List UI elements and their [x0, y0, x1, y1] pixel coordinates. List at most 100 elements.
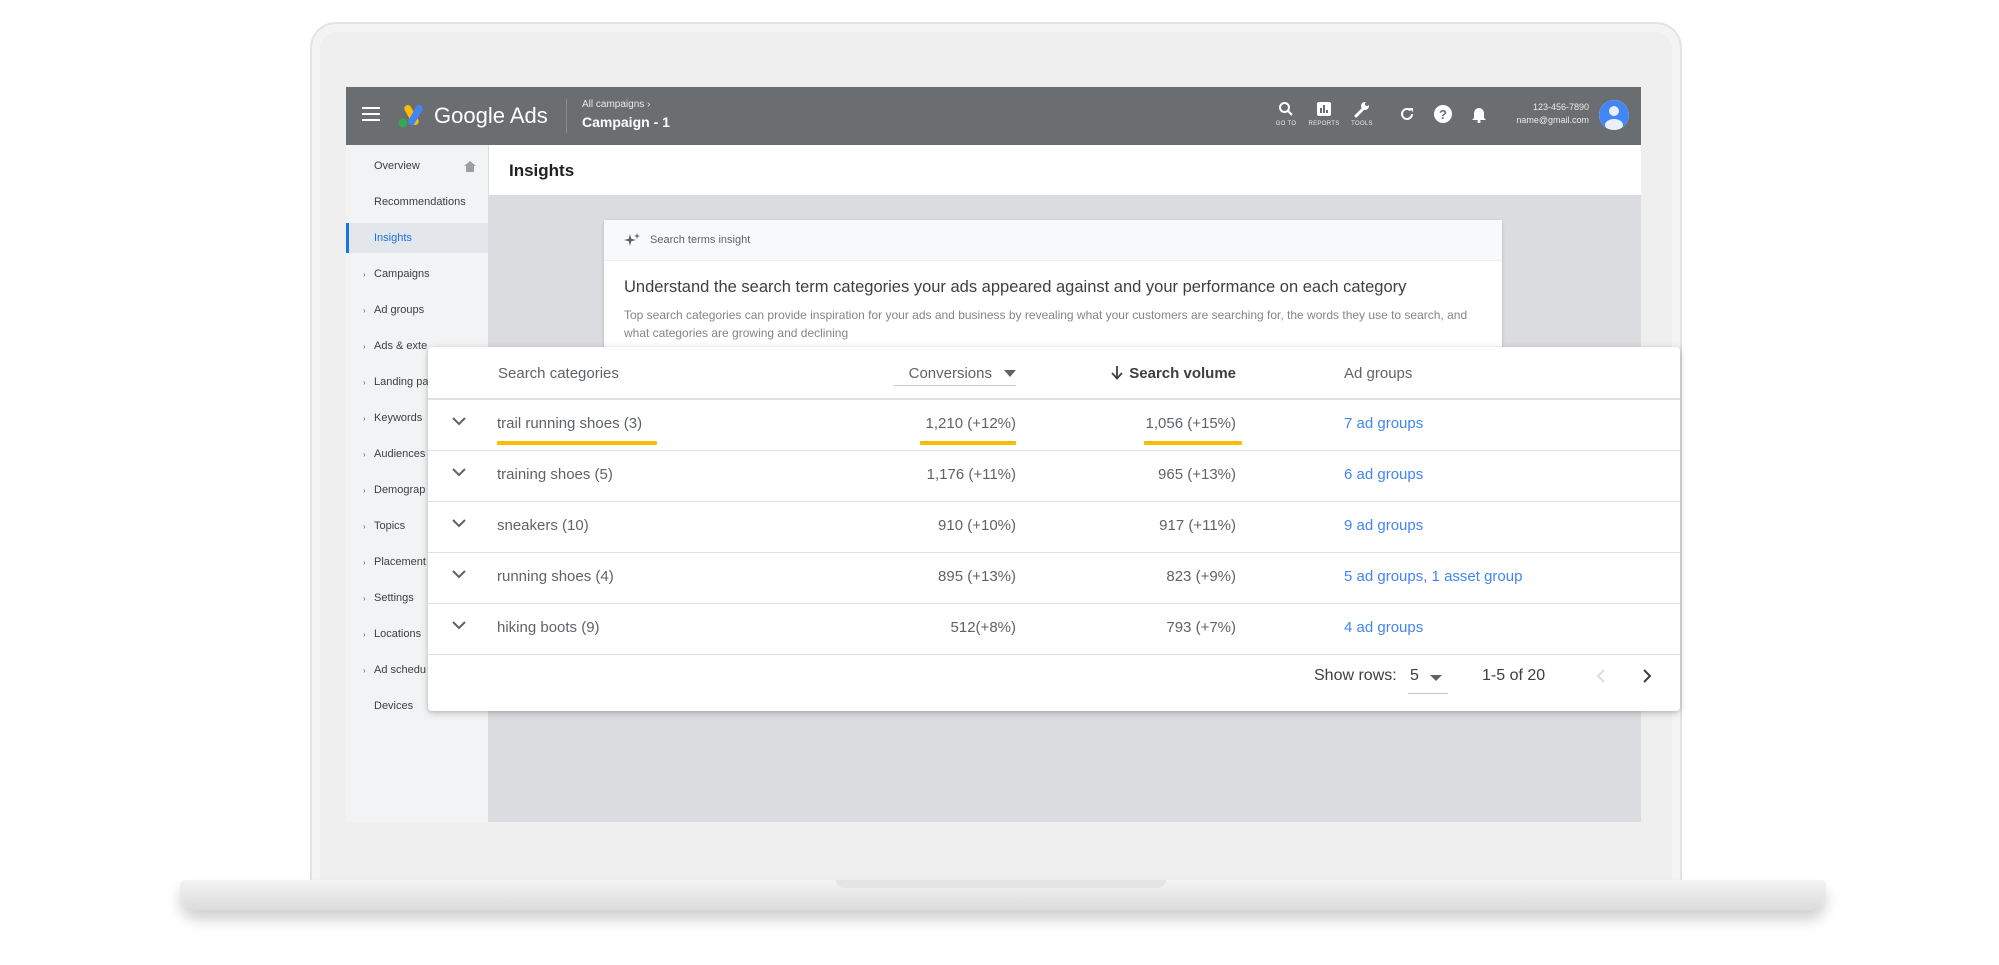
chevron-down-icon[interactable]	[452, 417, 466, 426]
google-ads-logo	[398, 105, 423, 128]
sidebar-item-label: Recommendations	[374, 196, 466, 208]
highlight-underline	[1144, 441, 1242, 445]
sidebar-item-label: Locations	[374, 628, 422, 640]
chevron-down-icon[interactable]	[452, 468, 466, 477]
goto-button[interactable]: GO TO	[1266, 99, 1306, 127]
search-volume-cell: 917 (+11%)	[1159, 517, 1236, 534]
sidebar-item-label: Overview	[374, 160, 420, 172]
sparkle-icon	[624, 233, 640, 246]
account-id: 123-456-7890	[1532, 102, 1589, 112]
bell-icon[interactable]	[1468, 103, 1490, 125]
caret-right-icon: ›	[363, 593, 366, 603]
avatar-icon[interactable]	[1599, 100, 1629, 130]
rows-per-page-select[interactable]: 5	[1410, 667, 1419, 685]
sidebar-item-label: Insights	[374, 232, 412, 244]
caret-right-icon: ›	[363, 377, 366, 387]
highlight-underline	[497, 441, 657, 445]
search-categories-table: Search categories Conversions Search vol…	[428, 347, 1680, 711]
sidebar-item-insights[interactable]: Insights	[346, 223, 488, 253]
sidebar-item-campaigns[interactable]: › Campaigns	[346, 259, 488, 289]
column-header-label: Search volume	[1129, 364, 1236, 382]
caret-right-icon: ›	[363, 629, 366, 639]
column-header-search-volume[interactable]: Search volume	[1111, 347, 1236, 399]
table-row[interactable]: running shoes (4) 895 (+13%) 823 (+9%) 5…	[428, 553, 1680, 604]
sidebar-item-label: Settings	[374, 592, 414, 604]
conversions-cell: 512(+8%)	[950, 619, 1016, 636]
caret-right-icon: ›	[363, 449, 366, 459]
dropdown-arrow-icon[interactable]	[1430, 675, 1442, 681]
reports-icon	[1304, 99, 1344, 119]
chevron-left-icon[interactable]	[1596, 668, 1606, 684]
table-row[interactable]: sneakers (10) 910 (+10%) 917 (+11%) 9 ad…	[428, 502, 1680, 553]
refresh-icon[interactable]	[1396, 103, 1418, 125]
menu-icon[interactable]	[362, 107, 380, 121]
pagination-range: 1-5 of 20	[1482, 667, 1546, 684]
tools-button[interactable]: TOOLS	[1342, 99, 1382, 127]
sidebar-item-recommendations[interactable]: Recommendations	[346, 187, 488, 217]
search-volume-cell: 1,056 (+15%)	[1145, 415, 1236, 432]
caret-right-icon: ›	[363, 521, 366, 531]
insight-tag-label: Search terms insight	[650, 234, 751, 246]
sidebar-item-label: Keywords	[374, 412, 423, 424]
column-header-conversions[interactable]: Conversions	[909, 347, 1016, 399]
reports-label: REPORTS	[1308, 121, 1340, 127]
column-header-ad-groups[interactable]: Ad groups	[1344, 347, 1412, 399]
search-volume-cell: 823 (+9%)	[1166, 568, 1236, 585]
table-row[interactable]: training shoes (5) 1,176 (+11%) 965 (+13…	[428, 451, 1680, 502]
sidebar-item-label: Campaigns	[374, 268, 430, 280]
account-info[interactable]: 123-456-7890 name@gmail.com	[1516, 101, 1589, 127]
category-cell: training shoes (5)	[497, 466, 613, 483]
top-app-bar: Google Ads All campaigns › Campaign - 1 …	[346, 87, 1641, 145]
column-header-categories[interactable]: Search categories	[498, 347, 619, 399]
table-row[interactable]: trail running shoes (3) 1,210 (+12%) 1,0…	[428, 400, 1680, 451]
tools-icon	[1342, 99, 1382, 119]
column-header-label: Conversions	[908, 364, 992, 382]
category-cell: trail running shoes (3)	[497, 415, 643, 432]
search-volume-cell: 965 (+13%)	[1158, 466, 1236, 483]
insight-tag: Search terms insight	[604, 220, 1502, 261]
search-volume-cell: 793 (+7%)	[1166, 619, 1236, 636]
show-rows-label: Show rows:	[1314, 667, 1397, 684]
table-pagination: Show rows: 5 1-5 of 20	[428, 652, 1680, 702]
sidebar-item-label: Placement	[374, 556, 426, 568]
conversions-cell: 910 (+10%)	[938, 517, 1016, 534]
sidebar-item-label: Ad schedu	[374, 664, 426, 676]
chevron-down-icon[interactable]	[452, 570, 466, 579]
ad-groups-link[interactable]: 9 ad groups	[1344, 517, 1423, 534]
conversions-cell: 895 (+13%)	[938, 568, 1016, 585]
ad-groups-link[interactable]: 5 ad groups, 1 asset group	[1344, 568, 1522, 585]
sidebar-item-ad-groups[interactable]: › Ad groups	[346, 295, 488, 325]
highlight-underline	[920, 441, 1016, 445]
ad-groups-link[interactable]: 6 ad groups	[1344, 466, 1423, 483]
sidebar-item-label: Landing pa	[374, 376, 429, 388]
sidebar-item-label: Ad groups	[374, 304, 425, 316]
reports-button[interactable]: REPORTS	[1304, 99, 1344, 127]
product-name: Google Ads	[434, 103, 548, 128]
caret-right-icon: ›	[363, 269, 366, 279]
chevron-right-icon[interactable]	[1642, 668, 1652, 684]
arrow-down-icon	[1111, 366, 1123, 380]
caret-right-icon: ›	[363, 665, 366, 675]
chevron-down-icon[interactable]	[452, 519, 466, 528]
conversions-cell: 1,176 (+11%)	[926, 466, 1016, 483]
breadcrumb-current[interactable]: Campaign - 1	[582, 114, 670, 130]
home-icon	[464, 161, 476, 172]
account-email: name@gmail.com	[1516, 115, 1589, 125]
ad-groups-link[interactable]: 4 ad groups	[1344, 619, 1423, 636]
sidebar-item-label: Audiences	[374, 448, 426, 460]
ad-groups-link[interactable]: 7 ad groups	[1344, 415, 1423, 432]
page-title: Insights	[509, 161, 575, 180]
breadcrumb-parent[interactable]: All campaigns ›	[582, 99, 650, 110]
category-cell: hiking boots (9)	[497, 619, 600, 636]
search-icon	[1266, 99, 1306, 119]
page-header: Insights	[489, 145, 1641, 196]
tools-label: TOOLS	[1351, 121, 1373, 127]
sidebar-item-overview[interactable]: Overview	[346, 151, 488, 181]
caret-right-icon: ›	[363, 341, 366, 351]
table-row[interactable]: hiking boots (9) 512(+8%) 793 (+7%) 4 ad…	[428, 604, 1680, 655]
topbar-divider	[566, 99, 567, 133]
chevron-down-icon[interactable]	[452, 621, 466, 630]
help-icon[interactable]: ?	[1432, 103, 1454, 125]
category-cell: sneakers (10)	[497, 517, 589, 534]
caret-right-icon: ›	[363, 413, 366, 423]
